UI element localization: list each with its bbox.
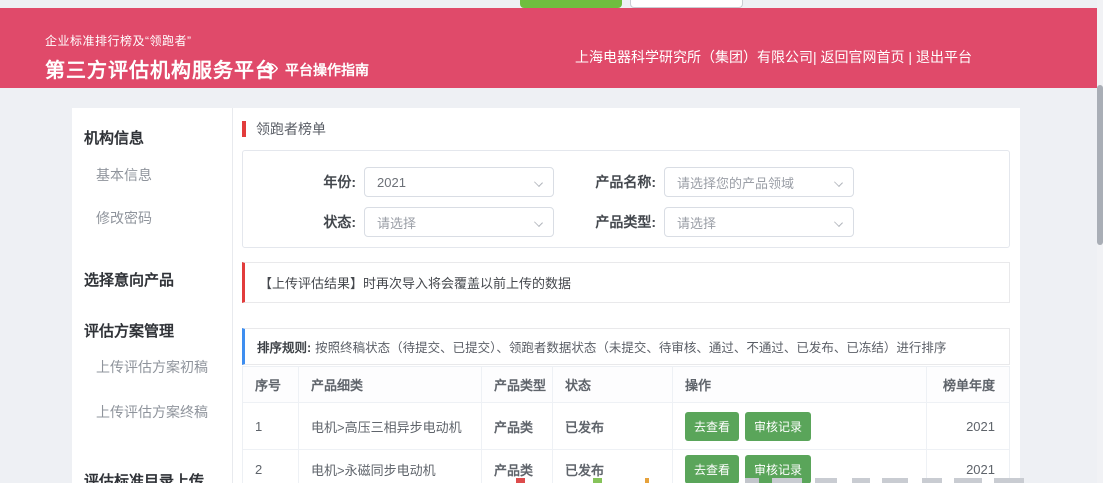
cell-actions: 去查看 审核记录 <box>673 403 927 450</box>
section-title: 领跑者榜单 <box>242 120 1010 138</box>
cutoff-text-fragment <box>772 478 802 483</box>
filter-row-2: 状态: 请选择 产品类型: 请选择 <box>243 207 1009 237</box>
scrollbar-thumb[interactable] <box>1097 85 1103 245</box>
product-type-select[interactable]: 请选择 <box>664 207 854 237</box>
cutoff-orange-mark <box>645 478 649 483</box>
view-button[interactable]: 去查看 <box>685 412 739 441</box>
upload-overwrite-alert: 【上传评估结果】时再次导入将会覆盖以前上传的数据 <box>242 262 1010 303</box>
section-title-label: 领跑者榜单 <box>256 119 326 139</box>
cell-year: 2021 <box>927 403 1009 450</box>
col-header-category: 产品细类 <box>299 367 482 403</box>
col-header-type: 产品类型 <box>482 367 553 403</box>
chevron-down-icon <box>534 178 543 187</box>
table-header-row: 序号 产品细类 产品类型 状态 操作 榜单年度 <box>243 367 1009 403</box>
cell-index: 1 <box>243 403 299 450</box>
cutoff-text-fragment <box>922 478 942 483</box>
sidebar-item-basic-info[interactable]: 基本信息 <box>96 165 152 185</box>
cell-category: 电机>高压三相异步电动机 <box>299 403 482 450</box>
status-select-value: 请选择 <box>377 213 416 232</box>
main-panel: 领跑者榜单 年份: 2021 产品名称: 请选择您的产品领域 状态: 请选择 <box>233 108 1020 483</box>
cell-type: 产品类 <box>482 403 553 450</box>
product-type-select-value: 请选择 <box>677 213 716 232</box>
sort-rule-label: 排序规则: <box>257 341 311 355</box>
cutoff-red-mark <box>516 478 525 483</box>
cutoff-text-fragment <box>852 478 870 483</box>
cutoff-text-fragment <box>954 478 982 483</box>
product-name-select[interactable]: 请选择您的产品领域 <box>664 167 854 197</box>
year-select[interactable]: 2021 <box>364 167 554 197</box>
title-accent-bar <box>242 121 246 137</box>
cell-status: 已发布 <box>553 403 673 450</box>
product-name-select-value: 请选择您的产品领域 <box>677 173 794 192</box>
sidebar-item-select-products[interactable]: 选择意向产品 <box>84 269 174 290</box>
brand-block: 企业标准排行榜及“领跑者” 第三方评估机构服务平台 <box>45 32 276 83</box>
status-label: 状态: <box>243 212 356 232</box>
top-cutoff-strip <box>0 0 1103 8</box>
platform-guide-link[interactable]: 平台操作指南 <box>262 60 369 80</box>
sidebar-item-upload-final[interactable]: 上传评估方案终稿 <box>96 402 208 422</box>
sidebar-item-change-password[interactable]: 修改密码 <box>96 208 152 228</box>
cutoff-text-fragment <box>815 478 837 483</box>
page-scrollbar[interactable] <box>1097 0 1103 483</box>
chevron-down-icon <box>534 218 543 227</box>
chevron-down-icon <box>834 218 843 227</box>
app-header: 企业标准排行榜及“领跑者” 第三方评估机构服务平台 平台操作指南 上海电器科学研… <box>0 8 1097 88</box>
year-label: 年份: <box>243 172 356 192</box>
sidebar-item-upload-draft[interactable]: 上传评估方案初稿 <box>96 357 208 377</box>
sort-rule-text: 按照终稿状态（待提交、已提交）、领跑者数据状态（未提交、待审核、通过、不通过、已… <box>315 341 946 355</box>
cutoff-green-button[interactable] <box>520 0 622 8</box>
filter-row-1: 年份: 2021 产品名称: 请选择您的产品领域 <box>243 167 1009 197</box>
product-name-label: 产品名称: <box>554 172 656 192</box>
cutoff-text-fragment <box>882 478 908 483</box>
sidebar-item-plan-management[interactable]: 评估方案管理 <box>84 320 174 341</box>
status-select[interactable]: 请选择 <box>364 207 554 237</box>
sidebar: 机构信息 基本信息 修改密码 选择意向产品 评估方案管理 上传评估方案初稿 上传… <box>72 108 233 483</box>
product-type-label: 产品类型: <box>554 212 656 232</box>
audit-record-button[interactable]: 审核记录 <box>745 412 811 441</box>
col-header-index: 序号 <box>243 367 299 403</box>
header-right-links[interactable]: 上海电器科学研究所（集团）有限公司| 返回官网首页 | 退出平台 <box>575 47 972 67</box>
chevron-down-icon <box>834 178 843 187</box>
cutoff-white-button[interactable] <box>630 0 743 8</box>
eye-icon <box>262 62 279 78</box>
filter-box: 年份: 2021 产品名称: 请选择您的产品领域 状态: 请选择 产品类型: <box>242 150 1010 248</box>
cutoff-text-fragment <box>745 478 759 483</box>
col-header-status: 状态 <box>553 367 673 403</box>
sidebar-item-org-info[interactable]: 机构信息 <box>84 127 144 148</box>
cutoff-next-row <box>0 477 1103 483</box>
platform-guide-label: 平台操作指南 <box>285 60 369 80</box>
brand-subtitle: 企业标准排行榜及“领跑者” <box>45 32 276 49</box>
col-header-actions: 操作 <box>673 367 927 403</box>
brand-title: 第三方评估机构服务平台 <box>45 54 276 83</box>
content-card: 机构信息 基本信息 修改密码 选择意向产品 评估方案管理 上传评估方案初稿 上传… <box>72 108 1020 483</box>
col-header-year: 榜单年度 <box>927 367 1009 403</box>
cutoff-green-mark <box>593 478 602 483</box>
year-select-value: 2021 <box>377 175 406 190</box>
sort-rule-note: 排序规则: 按照终稿状态（待提交、已提交）、领跑者数据状态（未提交、待审核、通过、… <box>242 328 1010 365</box>
table-row: 1 电机>高压三相异步电动机 产品类 已发布 去查看 审核记录 2021 <box>243 403 1009 450</box>
cutoff-text-fragment <box>994 478 1024 483</box>
leaderboard-table: 序号 产品细类 产品类型 状态 操作 榜单年度 1 电机>高压三相异步电动机 产… <box>242 366 1010 483</box>
